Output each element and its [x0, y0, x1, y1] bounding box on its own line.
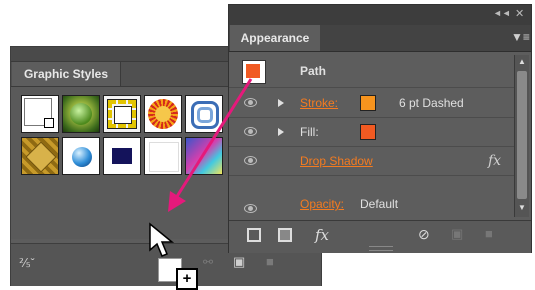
cursor-arrow-icon: [149, 222, 175, 257]
drag-arrow-line: [174, 78, 253, 199]
copy-plus-badge: +: [176, 268, 198, 290]
drag-arrow-overlay: [168, 78, 253, 212]
